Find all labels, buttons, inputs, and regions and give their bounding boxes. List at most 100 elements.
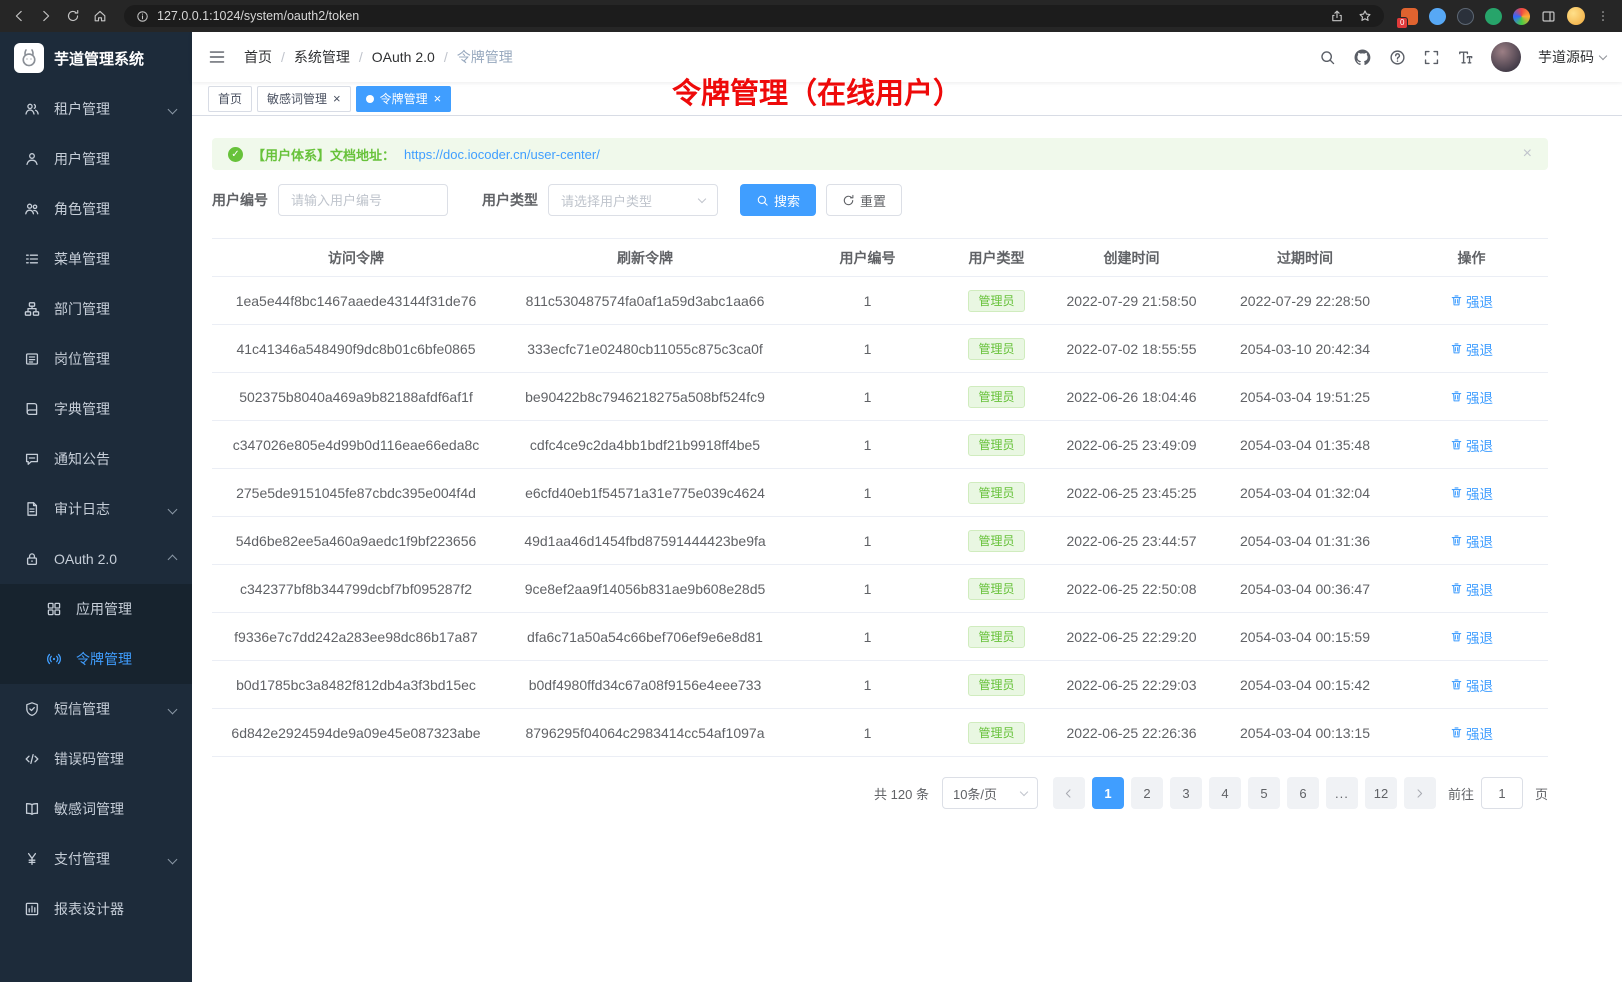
site-info-icon[interactable] [136,10,149,23]
sidebar-item-oauth2-token[interactable]: 令牌管理 [0,634,192,684]
page-button-12[interactable]: 12 [1365,777,1397,809]
delete-icon [1450,294,1463,307]
force-logout-button[interactable]: 强退 [1450,339,1493,359]
sidebar-item-oauth2-app[interactable]: 应用管理 [0,584,192,634]
github-button[interactable] [1353,48,1372,67]
sidebar-item-report-designer[interactable]: 报表设计器 [0,884,192,934]
header-search-button[interactable] [1319,49,1336,66]
app-logo[interactable]: 芋道管理系统 [0,32,192,84]
force-logout-button[interactable]: 强退 [1450,291,1493,311]
sidebar-item-error-code[interactable]: 错误码管理 [0,734,192,784]
delete-icon [1450,630,1463,643]
next-page-button[interactable] [1404,777,1436,809]
sidebar-item-sms[interactable]: 短信管理 [0,684,192,734]
force-logout-button[interactable]: 强退 [1450,387,1493,407]
user-menu[interactable]: 芋道源码 [1538,47,1606,67]
help-button[interactable] [1389,49,1406,66]
page-button-4[interactable]: 4 [1209,777,1241,809]
browser-menu-button[interactable] [1596,9,1610,23]
force-logout-button[interactable]: 强退 [1450,435,1493,455]
close-icon[interactable]: × [333,92,341,105]
breadcrumb-item[interactable]: 首页 [244,47,272,67]
force-logout-button[interactable]: 强退 [1450,579,1493,599]
page-button-1[interactable]: 1 [1092,777,1124,809]
table-row: f9336e7c7dd242a283ee98dc86b17a87dfa6c71a… [212,613,1548,661]
page-button-5[interactable]: 5 [1248,777,1280,809]
sidebar-item-sensitive-word[interactable]: 敏感词管理 [0,784,192,834]
reset-button[interactable]: 重置 [826,184,902,216]
force-logout-button[interactable]: 强退 [1450,483,1493,503]
created-time-cell: 2022-06-25 22:29:03 [1048,661,1215,709]
menu-icon [24,251,40,267]
access-token-cell: 1ea5e44f8bc1467aaede43144f31de76 [212,277,500,325]
user-type-tag: 管理员 [968,338,1024,360]
sidebar-item-menu[interactable]: 菜单管理 [0,234,192,284]
tab-oauth2-token[interactable]: 令牌管理× [356,86,452,112]
column-header: 刷新令牌 [500,239,790,277]
force-logout-button[interactable]: 强退 [1450,627,1493,647]
force-logout-label: 强退 [1466,387,1493,407]
chevron-down-icon [169,706,176,713]
pagination-more-button[interactable]: ... [1326,777,1358,809]
font-size-button[interactable] [1457,49,1474,66]
tab-label: 首页 [218,90,242,107]
extension-icon[interactable] [1485,8,1502,25]
goto-page-input[interactable] [1481,777,1523,809]
close-icon[interactable]: × [434,92,442,105]
reload-button[interactable] [66,9,80,23]
alert-text: 【用户体系】文档地址： [252,145,395,164]
search-submit-button[interactable]: 搜索 [740,184,816,216]
sidebar-item-notice[interactable]: 通知公告 [0,434,192,484]
user-type-select[interactable]: 请选择用户类型 [548,184,718,216]
action-cell: 强退 [1395,517,1548,565]
extension-icon[interactable] [1513,8,1530,25]
split-view-button[interactable] [1541,9,1556,24]
force-logout-button[interactable]: 强退 [1450,675,1493,695]
breadcrumb-item[interactable]: OAuth 2.0 [372,49,435,65]
user-name-label: 芋道源码 [1538,47,1594,67]
tab-home[interactable]: 首页 [208,86,252,112]
action-cell: 强退 [1395,373,1548,421]
fullscreen-button[interactable] [1423,49,1440,66]
back-button[interactable] [12,9,26,23]
force-logout-button[interactable]: 强退 [1450,531,1493,551]
chevron-down-icon [169,506,176,513]
user-type-tag: 管理员 [968,578,1024,600]
page-button-6[interactable]: 6 [1287,777,1319,809]
page-button-3[interactable]: 3 [1170,777,1202,809]
force-logout-button[interactable]: 强退 [1450,723,1493,743]
browser-profile-avatar[interactable] [1567,7,1585,25]
home-button[interactable] [93,9,107,23]
url-bar[interactable]: 127.0.0.1:1024/system/oauth2/token [124,5,1384,27]
close-icon[interactable]: × [1523,146,1532,162]
expire-time-cell: 2054-03-04 00:36:47 [1215,565,1395,613]
sidebar-item-role[interactable]: 角色管理 [0,184,192,234]
sidebar-item-audit-log[interactable]: 审计日志 [0,484,192,534]
user-type-cell: 管理员 [945,373,1048,421]
url-text: 127.0.0.1:1024/system/oauth2/token [157,9,1322,23]
tab-sensitive-word[interactable]: 敏感词管理× [257,86,351,112]
share-button[interactable] [1330,9,1344,23]
sidebar-item-pay[interactable]: 支付管理 [0,834,192,884]
sidebar-item-post[interactable]: 岗位管理 [0,334,192,384]
breadcrumb-item[interactable]: 系统管理 [294,47,350,67]
alert-link[interactable]: https://doc.iocoder.cn/user-center/ [404,147,600,162]
sidebar-item-user[interactable]: 用户管理 [0,134,192,184]
forward-button[interactable] [39,9,53,23]
bookmark-star-button[interactable] [1358,9,1372,23]
prev-page-button[interactable] [1053,777,1085,809]
page-button-2[interactable]: 2 [1131,777,1163,809]
page-size-select[interactable]: 10条/页 [942,777,1038,809]
sidebar-item-tenant[interactable]: 租户管理 [0,84,192,134]
refresh-token-cell: 333ecfc71e02480cb11055c875c3ca0f [500,325,790,373]
collapse-sidebar-button[interactable] [208,48,226,66]
sidebar-item-dept[interactable]: 部门管理 [0,284,192,334]
extension-icon[interactable] [1457,8,1474,25]
sidebar-item-oauth2[interactable]: OAuth 2.0 [0,534,192,584]
extension-icon[interactable]: 0 [1401,8,1418,25]
chevron-up-icon [169,556,176,563]
sidebar-item-dict[interactable]: 字典管理 [0,384,192,434]
extension-icon[interactable] [1429,8,1446,25]
user-id-input[interactable] [278,184,448,216]
user-avatar[interactable] [1491,42,1521,72]
